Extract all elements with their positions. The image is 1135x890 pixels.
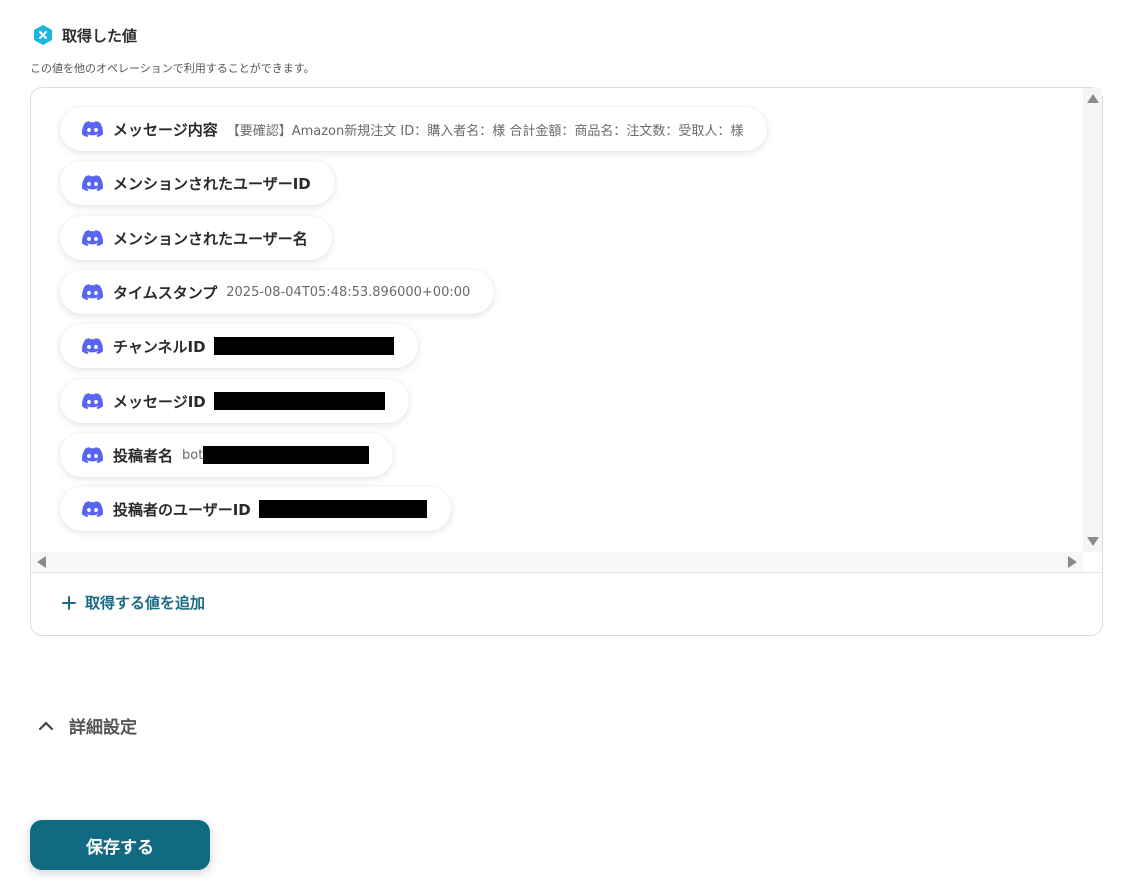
plus-icon xyxy=(62,595,76,610)
horizontal-scrollbar[interactable] xyxy=(31,552,1083,572)
value-item-label: タイムスタンプ xyxy=(113,283,218,302)
add-value-button[interactable]: 取得する値を追加 xyxy=(62,592,205,613)
value-item[interactable]: メンションされたユーザー名 xyxy=(60,216,332,260)
value-item-label: メッセージID xyxy=(113,392,206,411)
value-item[interactable]: 投稿者のユーザーID xyxy=(60,487,451,531)
section-description: この値を他のオペレーションで利用することができます。 xyxy=(30,62,315,75)
scroll-left-arrow-icon[interactable] xyxy=(37,556,46,568)
scroll-up-arrow-icon[interactable] xyxy=(1087,94,1099,103)
scroll-right-arrow-icon[interactable] xyxy=(1068,556,1077,568)
value-item[interactable]: タイムスタンプ 2025-08-04T05:48:53.896000+00:00 xyxy=(60,270,495,314)
value-item[interactable]: メンションされたユーザーID xyxy=(60,161,335,205)
values-list: メッセージ内容 【要確認】Amazon新規注文 ID：購入者名：様 合計金額：商品… xyxy=(31,88,1083,552)
value-item-label: メッセージ内容 xyxy=(113,120,218,139)
vertical-scrollbar[interactable] xyxy=(1083,88,1102,552)
value-item-label: メンションされたユーザーID xyxy=(113,174,311,193)
section-title: 取得した値 xyxy=(62,26,138,45)
chevron-up-icon xyxy=(38,721,54,730)
value-item-value: bot xyxy=(182,447,204,463)
values-scroll-area[interactable]: メッセージ内容 【要確認】Amazon新規注文 ID：購入者名：様 合計金額：商品… xyxy=(31,88,1102,572)
value-item-value: 【要確認】Amazon新規注文 ID：購入者名：様 合計金額：商品名：注文数：受… xyxy=(226,123,744,139)
redacted-value xyxy=(213,337,394,355)
redacted-value xyxy=(258,500,427,518)
discord-icon xyxy=(82,121,103,137)
discord-icon xyxy=(82,175,103,191)
value-item-value: 2025-08-04T05:48:53.896000+00:00 xyxy=(226,284,471,300)
value-item[interactable]: メッセージ内容 【要確認】Amazon新規注文 ID：購入者名：様 合計金額：商品… xyxy=(60,107,768,151)
scroll-down-arrow-icon[interactable] xyxy=(1087,537,1099,546)
section-header: 取得した値 xyxy=(32,24,137,46)
value-item[interactable]: メッセージID xyxy=(60,379,409,423)
panel-divider xyxy=(31,572,1102,573)
redacted-value xyxy=(213,392,385,410)
discord-icon xyxy=(82,393,103,409)
discord-icon xyxy=(82,338,103,354)
value-item[interactable]: チャンネルID xyxy=(60,324,418,368)
value-item-label: 投稿者のユーザーID xyxy=(113,500,251,519)
yoom-hex-icon xyxy=(34,25,52,45)
values-panel: メッセージ内容 【要確認】Amazon新規注文 ID：購入者名：様 合計金額：商品… xyxy=(30,87,1103,636)
value-item[interactable]: 投稿者名 bot xyxy=(60,433,394,477)
value-item-label: メンションされたユーザー名 xyxy=(113,229,308,248)
discord-icon xyxy=(82,501,103,517)
save-button[interactable]: 保存する xyxy=(30,820,210,870)
discord-icon xyxy=(82,284,103,300)
discord-icon xyxy=(82,447,103,463)
advanced-settings-toggle[interactable]: 詳細設定 xyxy=(37,713,137,738)
discord-icon xyxy=(82,230,103,246)
redacted-value xyxy=(203,446,370,464)
value-item-label: 投稿者名 xyxy=(113,446,174,465)
add-value-label: 取得する値を追加 xyxy=(85,594,206,612)
value-item-label: チャンネルID xyxy=(113,337,206,356)
page: 取得した値 この値を他のオペレーションで利用することができます。 メッセージ内容… xyxy=(0,0,1135,890)
advanced-settings-label: 詳細設定 xyxy=(69,718,137,738)
